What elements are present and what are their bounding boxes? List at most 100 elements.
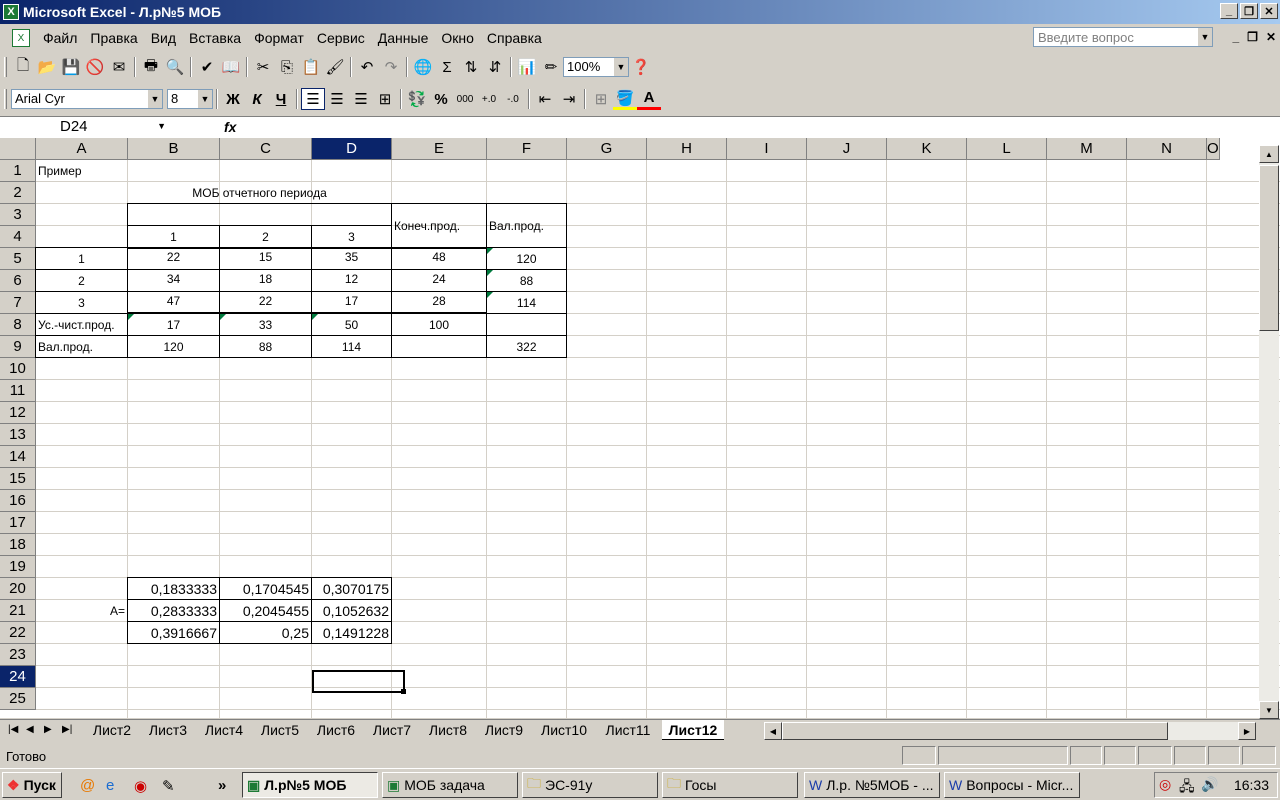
cell-a7[interactable]: 3 xyxy=(38,292,125,314)
borders-icon[interactable]: ⊞ xyxy=(589,88,613,110)
cell-d7[interactable]: 17 xyxy=(314,292,389,314)
tab-list3[interactable]: Лист3 xyxy=(142,720,194,740)
cell-c7[interactable]: 22 xyxy=(222,292,309,314)
row-header-16[interactable]: 16 xyxy=(0,490,36,512)
sort-ascending-icon[interactable]: ⇅ xyxy=(459,56,483,78)
underline-button[interactable]: Ч xyxy=(269,88,293,110)
row-header-12[interactable]: 12 xyxy=(0,402,36,424)
cell-c5[interactable]: 15 xyxy=(222,248,309,270)
paste-icon[interactable]: 📋 xyxy=(299,56,323,78)
insert-function-icon[interactable]: fx xyxy=(224,119,236,135)
cell-c6[interactable]: 18 xyxy=(222,270,309,292)
active-cell-cursor[interactable] xyxy=(312,670,405,693)
menu-file[interactable]: Файл xyxy=(43,30,77,46)
align-right-icon[interactable]: ☰ xyxy=(349,88,373,110)
spelling-icon[interactable]: ✔ xyxy=(195,56,219,78)
save-icon[interactable]: 💾 xyxy=(59,56,83,78)
align-center-icon[interactable]: ☰ xyxy=(325,88,349,110)
antivirus-icon[interactable]: ◎ xyxy=(1159,776,1171,793)
cell-e5[interactable]: 48 xyxy=(394,248,484,270)
taskbar-btn-lr5mob[interactable]: ▣ Л.р№5 МОБ xyxy=(242,772,378,798)
format-painter-icon[interactable]: 🖌 xyxy=(323,56,347,78)
tab-list12[interactable]: Лист12 xyxy=(662,720,724,740)
scroll-up-icon[interactable]: ▲ xyxy=(1259,145,1279,163)
tab-list7[interactable]: Лист7 xyxy=(366,720,418,740)
copy-icon[interactable]: ⎘ xyxy=(275,56,299,78)
column-header-d[interactable]: D xyxy=(312,138,392,160)
row-header-13[interactable]: 13 xyxy=(0,424,36,446)
menu-format[interactable]: Формат xyxy=(254,30,304,46)
cell-b8[interactable]: 17 xyxy=(130,314,217,336)
browser-icon[interactable]: e xyxy=(106,777,114,794)
cell-a9[interactable]: Вал.прод. xyxy=(38,336,125,358)
cell-d21[interactable]: 0,1052632 xyxy=(314,600,389,622)
cell-b9[interactable]: 120 xyxy=(130,336,217,358)
scroll-right-icon[interactable]: ▶ xyxy=(1238,722,1256,740)
close-button[interactable]: ✕ xyxy=(1260,3,1278,19)
print-preview-icon[interactable]: 🔍 xyxy=(163,56,187,78)
cell-a21[interactable]: A= xyxy=(38,600,125,622)
row-header-21[interactable]: 21 xyxy=(0,600,36,622)
prev-sheet-icon[interactable]: ◀ xyxy=(26,724,34,735)
cell-b5[interactable]: 22 xyxy=(130,248,217,270)
tab-list8[interactable]: Лист8 xyxy=(422,720,474,740)
horizontal-scrollbar[interactable]: ◀ ▶ xyxy=(764,722,1256,740)
decrease-decimal-icon[interactable]: -.0 xyxy=(501,88,525,110)
row-header-3[interactable]: 3 xyxy=(0,204,36,226)
taskbar-btn-voprosy[interactable]: W Вопросы - Micr... xyxy=(944,772,1080,798)
column-header-k[interactable]: K xyxy=(887,138,967,160)
cell-e8[interactable]: 100 xyxy=(394,314,484,336)
thousands-separator-button[interactable]: 000 xyxy=(453,88,477,110)
scroll-thumb[interactable] xyxy=(1259,165,1279,331)
chevron-down-icon[interactable]: ▼ xyxy=(148,90,162,108)
row-header-24[interactable]: 24 xyxy=(0,666,36,688)
print-icon[interactable]: 🖶 xyxy=(139,56,163,78)
doc-restore-button[interactable]: ❐ xyxy=(1247,30,1258,44)
row-header-25[interactable]: 25 xyxy=(0,688,36,710)
quicklaunch-more-icon[interactable]: » xyxy=(218,777,226,794)
cell-c4[interactable]: 2 xyxy=(222,226,309,248)
worksheet-grid[interactable]: ABCDEFGHIJKLMNO 1 2 3 4 5 6 7 8 9 10 11 12 13 14 15 16 1… xyxy=(0,138,1280,718)
increase-indent-icon[interactable]: ⇥ xyxy=(557,88,581,110)
row-header-10[interactable]: 10 xyxy=(0,358,36,380)
cell-e3[interactable]: Конеч.прод. xyxy=(394,204,484,248)
cell-d22[interactable]: 0,1491228 xyxy=(314,622,389,644)
cell-b7[interactable]: 47 xyxy=(130,292,217,314)
cell-d20[interactable]: 0,3070175 xyxy=(314,578,389,600)
tab-list9[interactable]: Лист9 xyxy=(478,720,530,740)
cell-b6[interactable]: 34 xyxy=(130,270,217,292)
row-header-23[interactable]: 23 xyxy=(0,644,36,666)
cell-a8[interactable]: Ус.-чист.прод. xyxy=(38,314,125,336)
taskbar-btn-gosy[interactable]: 🗀 Госы xyxy=(662,772,798,798)
tab-list10[interactable]: Лист10 xyxy=(534,720,594,740)
menu-data[interactable]: Данные xyxy=(378,30,429,46)
cell-c9[interactable]: 88 xyxy=(222,336,309,358)
cell-b4[interactable]: 1 xyxy=(130,226,217,248)
font-color-icon[interactable]: A xyxy=(637,88,661,110)
cell-b21[interactable]: 0,2833333 xyxy=(130,600,217,622)
column-header-e[interactable]: E xyxy=(392,138,487,160)
permission-icon[interactable]: 🚫 xyxy=(83,56,107,78)
restore-button[interactable]: ❐ xyxy=(1240,3,1258,19)
cell-b20[interactable]: 0,1833333 xyxy=(130,578,217,600)
column-header-g[interactable]: G xyxy=(567,138,647,160)
taskbar-btn-word-lr5[interactable]: W Л.р. №5МОБ - ... xyxy=(804,772,940,798)
network-icon[interactable]: 🖧 xyxy=(1179,776,1195,800)
tab-list5[interactable]: Лист5 xyxy=(254,720,306,740)
scroll-left-icon[interactable]: ◀ xyxy=(764,722,782,740)
scroll-down-icon[interactable]: ▼ xyxy=(1259,701,1279,719)
drawing-icon[interactable]: ✏ xyxy=(539,56,563,78)
tab-list4[interactable]: Лист4 xyxy=(198,720,250,740)
cell-c22[interactable]: 0,25 xyxy=(222,622,309,644)
minimize-button[interactable]: _ xyxy=(1220,3,1238,19)
first-sheet-icon[interactable]: |◀ xyxy=(8,724,18,735)
row-header-15[interactable]: 15 xyxy=(0,468,36,490)
cell-f6[interactable]: 88 xyxy=(489,270,564,292)
column-header-o[interactable]: O xyxy=(1207,138,1220,160)
cell-c8[interactable]: 33 xyxy=(222,314,309,336)
help-question-input[interactable]: Введите вопрос ▼ xyxy=(1033,27,1213,47)
cell-f9[interactable]: 322 xyxy=(489,336,564,358)
undo-icon[interactable]: ↶ xyxy=(355,56,379,78)
decrease-indent-icon[interactable]: ⇤ xyxy=(533,88,557,110)
cell-d8[interactable]: 50 xyxy=(314,314,389,336)
